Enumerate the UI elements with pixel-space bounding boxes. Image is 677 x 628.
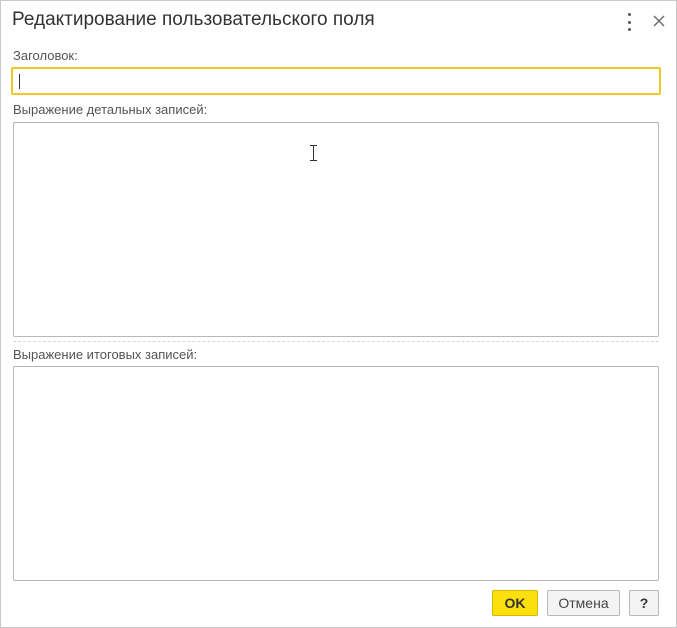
menu-dot — [627, 13, 631, 16]
dialog-window: Редактирование пользовательского поля За… — [0, 0, 677, 628]
dialog-title: Редактирование пользовательского поля — [12, 9, 375, 30]
title-field-label: Заголовок: — [13, 48, 78, 63]
ok-button[interactable]: OK — [492, 590, 538, 616]
detail-expression-label: Выражение детальных записей: — [13, 102, 208, 117]
total-expression-label: Выражение итоговых записей: — [13, 347, 198, 362]
text-caret — [19, 74, 20, 89]
title-input[interactable] — [11, 67, 661, 95]
menu-dot — [627, 28, 631, 31]
detail-expression-textarea[interactable] — [13, 122, 659, 337]
total-expression-textarea[interactable] — [13, 366, 659, 581]
cancel-button[interactable]: Отмена — [547, 590, 620, 616]
splitter[interactable] — [13, 341, 659, 342]
more-vertical-icon[interactable] — [623, 13, 635, 31]
menu-dot — [627, 20, 631, 24]
ibeam-cursor-icon — [310, 145, 317, 161]
help-button[interactable]: ? — [629, 590, 659, 616]
close-icon[interactable] — [652, 14, 666, 28]
